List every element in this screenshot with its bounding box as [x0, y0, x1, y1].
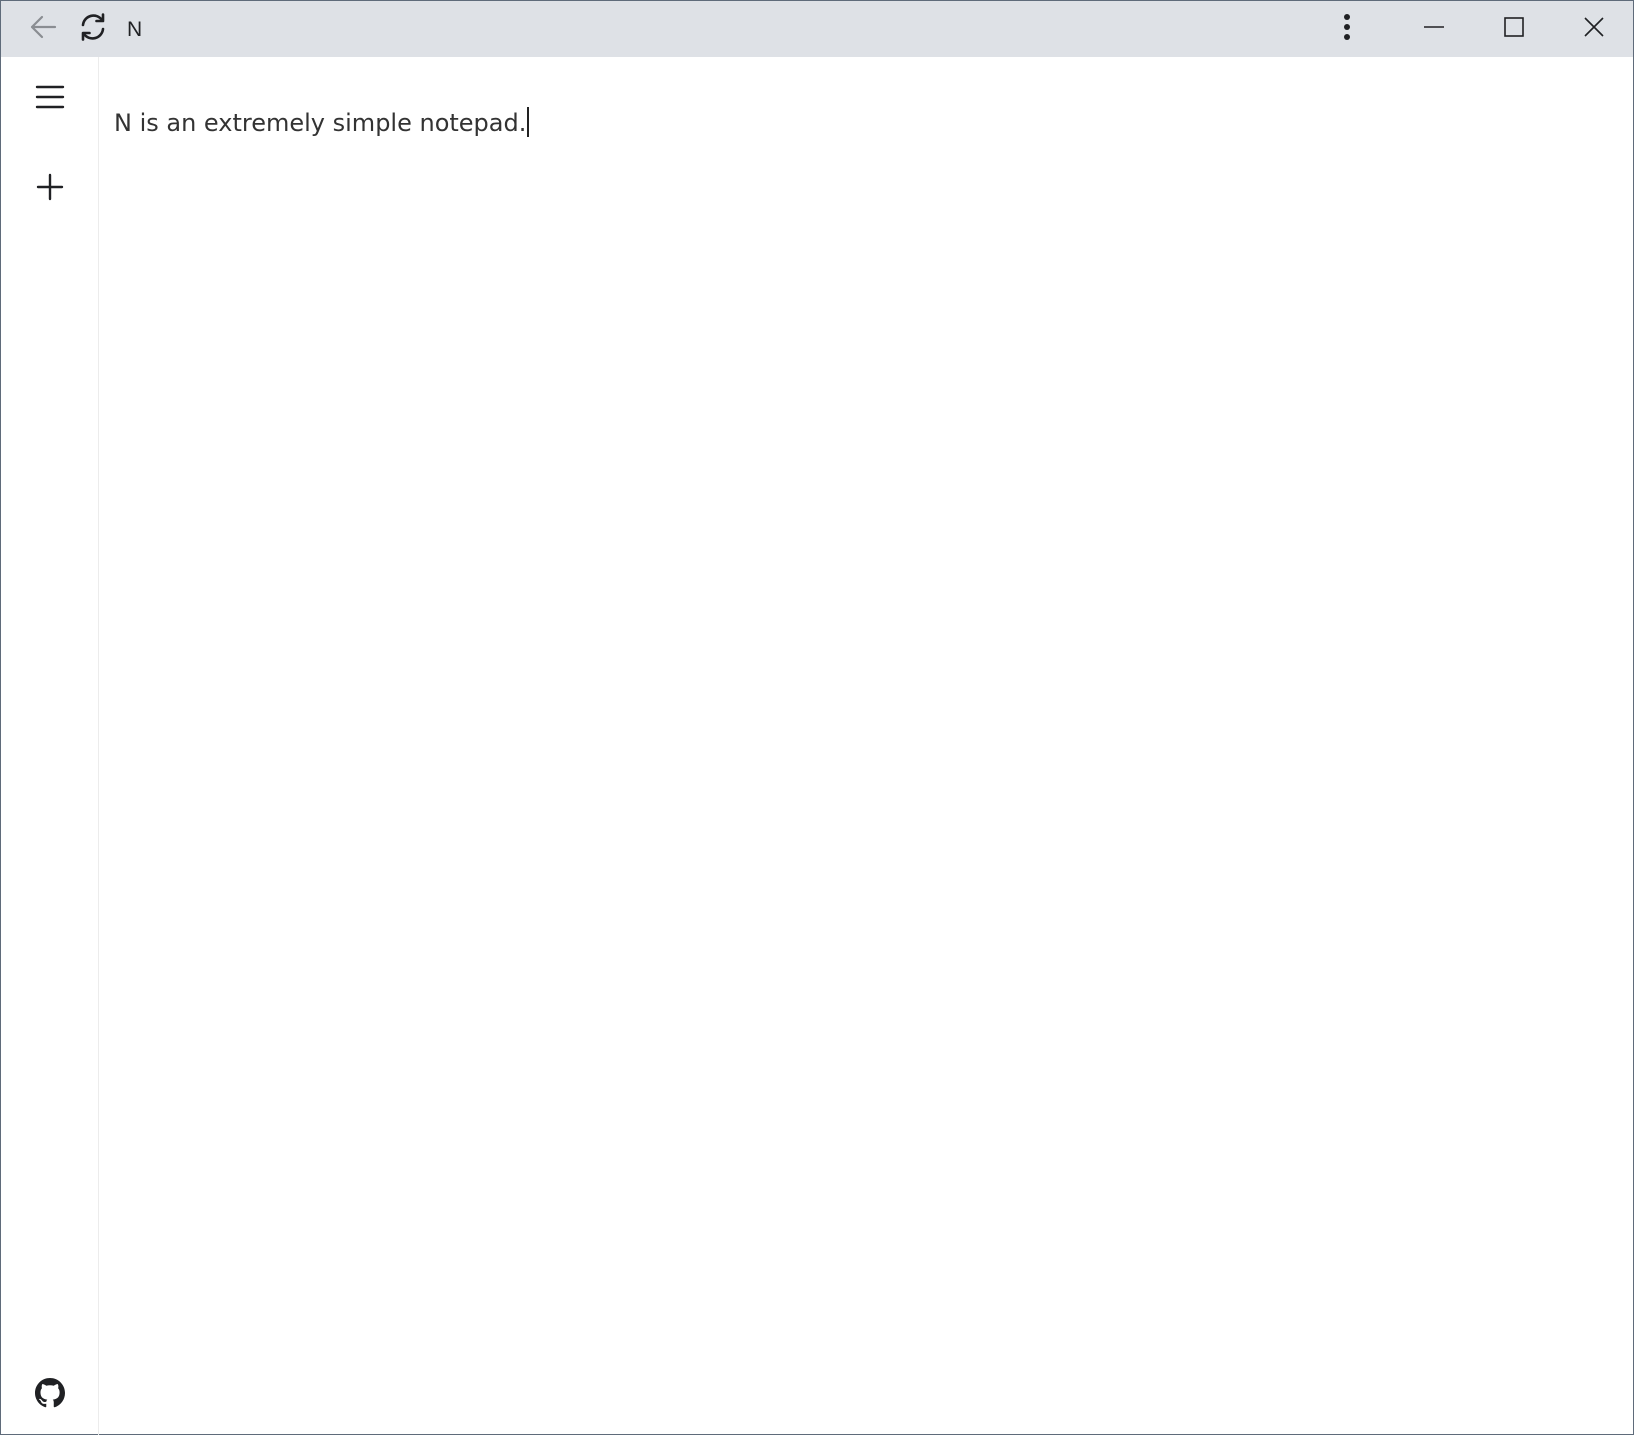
sidebar: [1, 57, 99, 1435]
more-vert-icon: [1342, 13, 1352, 46]
hamburger-menu-icon: [35, 84, 65, 115]
github-link[interactable]: [1, 1365, 99, 1425]
minimize-button[interactable]: [1394, 1, 1474, 57]
close-button[interactable]: [1554, 1, 1634, 57]
note-editor[interactable]: N is an extremely simple notepad.: [99, 57, 1634, 1435]
new-note-button[interactable]: [1, 159, 99, 219]
reload-icon: [78, 12, 108, 47]
close-icon: [1583, 16, 1605, 43]
reload-button[interactable]: [69, 1, 117, 57]
back-button[interactable]: [19, 1, 67, 57]
minimize-icon: [1423, 16, 1445, 43]
more-options-button[interactable]: [1323, 1, 1371, 57]
text-caret: [527, 107, 530, 137]
maximize-icon: [1503, 16, 1525, 43]
app-window: N N is an extremely simple notepad.: [0, 0, 1634, 1435]
back-arrow-icon: [29, 15, 57, 44]
note-content[interactable]: N is an extremely simple notepad.: [114, 107, 530, 137]
title-bar[interactable]: N: [1, 1, 1633, 57]
github-icon: [35, 1377, 65, 1413]
notes-menu-button[interactable]: [1, 69, 99, 129]
maximize-button[interactable]: [1474, 1, 1554, 57]
note-text: N is an extremely simple notepad.: [114, 109, 527, 137]
plus-icon: [36, 173, 64, 206]
window-title: N: [127, 18, 143, 41]
